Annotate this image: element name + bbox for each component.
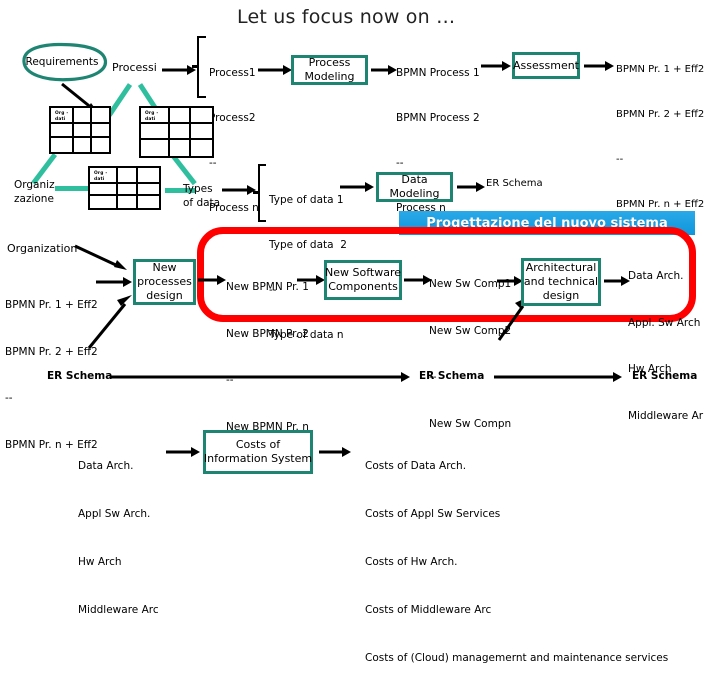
list-item: Middleware Ar: [628, 409, 704, 422]
table-cell: [118, 196, 139, 208]
table-header-text: Org - dati: [94, 171, 108, 182]
list-item: --: [5, 392, 13, 404]
new-processes-design-box[interactable]: New processes design: [133, 259, 196, 305]
table-cell: [90, 184, 118, 196]
list-item: New BPMN Pr. 2: [226, 327, 309, 340]
list-bracket: [197, 36, 206, 98]
list-bracket: [258, 164, 266, 222]
list-item: New BPMN Pr. 1: [226, 281, 309, 293]
costs-of-information-system-box[interactable]: Costs of Information System: [203, 430, 313, 474]
teal-connector-organizzazione-table3: [55, 186, 89, 191]
assessment-box[interactable]: Assessment: [512, 52, 580, 79]
table-header-cell: Org - dati: [90, 168, 118, 184]
table-cell: [91, 124, 109, 138]
list-item: BPMN Pr. 1 + Eff2: [616, 64, 705, 75]
table-header-cell: Org - dati: [51, 108, 75, 124]
table-cell: [138, 184, 159, 196]
process-modeling-box[interactable]: Process Modeling: [291, 55, 368, 85]
list-item: --: [209, 157, 217, 169]
diagonal-arrow-icon: [87, 295, 132, 349]
list-item: Costs of Data Arch.: [365, 460, 467, 472]
data-table-1: Org - dati: [49, 106, 111, 154]
costs-list: Costs of Data Arch. Costs of Appl Sw Ser…: [365, 426, 668, 698]
table-header-text: Org - dati: [145, 111, 159, 122]
table-cell: [141, 140, 170, 156]
processi-label: Processi: [112, 61, 157, 74]
table-cell: [51, 138, 75, 152]
list-item: Process1: [209, 67, 256, 79]
list-item: BPMN Pr. 2 + Eff2: [616, 109, 705, 120]
process-list-group: Process1 Process2 -- Process n: [192, 36, 287, 214]
type-of-data-list-group: Type of data 1 Type of data 2 -- Type of…: [253, 164, 358, 341]
arrow-er-to-new-design: [85, 290, 137, 352]
table-cell: [91, 108, 109, 124]
list-item: Hw Arch: [78, 556, 122, 568]
slide-title: Let us focus now on …: [237, 6, 456, 28]
types-of-data-label: Types of data: [183, 183, 221, 209]
arch-output-list: Data Arch. Appl. Sw Arch Hw Arch Middlew…: [628, 238, 703, 455]
list-bracket-nub: [192, 65, 198, 68]
list-item: Appl Sw Arch.: [78, 508, 151, 520]
table-cell: [141, 124, 170, 140]
arch-input-list: Data Arch. Appl Sw Arch. Hw Arch Middlew…: [78, 426, 159, 650]
list-item: Costs of (Cloud) managemernt and mainten…: [365, 652, 669, 664]
list-item: Costs of Appl Sw Services: [365, 508, 501, 520]
table-cell: [138, 168, 159, 184]
requirements-label: Requirements: [25, 55, 99, 68]
requirements-shape: Requirements: [14, 42, 110, 82]
table-header-text: Org - dati: [55, 111, 69, 122]
list-item: --: [616, 154, 624, 165]
table-cell: [190, 124, 212, 140]
table-cell: [51, 124, 75, 138]
table-cell: [190, 108, 212, 124]
data-table-2: Org - dati: [139, 106, 214, 158]
table-cell: [170, 140, 191, 156]
list-item: Middleware Arc: [78, 604, 159, 616]
table-cell: [92, 138, 109, 152]
data-modeling-box[interactable]: Data Modeling: [376, 172, 453, 202]
table-cell: [191, 140, 212, 156]
list-item: BPMN Pr. 1 + Eff2: [5, 299, 98, 311]
slide-canvas: Let us focus now on … Requirements Proce…: [0, 0, 720, 664]
table-cell: [117, 184, 139, 196]
table-cell: [90, 196, 118, 208]
table-cell: [169, 108, 191, 124]
er-schema-left-label: ER Schema: [47, 370, 113, 382]
organizzazione-label: Organiz zazione: [14, 179, 55, 205]
list-item: BPMN Process 1: [396, 67, 480, 79]
data-table-3: Org - dati: [88, 166, 161, 210]
list-bracket-nub: [253, 191, 259, 194]
er-schema-right-label: ER Schema: [632, 370, 698, 382]
table-cell: [169, 124, 191, 140]
er-schema-row2-label: ER Schema: [486, 178, 543, 189]
table-cell: [74, 108, 92, 124]
table-cell: [74, 124, 92, 138]
list-item: Process2: [209, 112, 256, 124]
organization-label: Organization: [7, 242, 78, 255]
table-cell: [138, 196, 159, 208]
architectural-design-box[interactable]: Architectural and technical design: [521, 258, 601, 306]
new-software-components-box[interactable]: New Software Components: [324, 260, 402, 300]
list-item: Type of data 1: [269, 194, 344, 206]
table-cell: [117, 168, 139, 184]
process-list: Process1 Process2 -- Process n: [209, 36, 259, 246]
list-item: --: [396, 157, 404, 169]
list-item: Data Arch.: [628, 270, 684, 282]
table-header-cell: Org - dati: [141, 108, 170, 124]
list-item: Costs of Middleware Arc: [365, 604, 492, 616]
list-item: BPMN Process 2: [396, 112, 480, 124]
list-item: Data Arch.: [78, 460, 134, 472]
list-item: BPMN Pr. 2 + Eff2: [5, 345, 98, 358]
list-item: Costs of Hw Arch.: [365, 556, 458, 568]
list-item: Appl. Sw Arch: [628, 316, 701, 329]
table-cell: [74, 138, 92, 152]
er-schema-mid-label: ER Schema: [419, 370, 485, 382]
list-item: BPMN Pr. n + Eff2: [616, 199, 705, 210]
